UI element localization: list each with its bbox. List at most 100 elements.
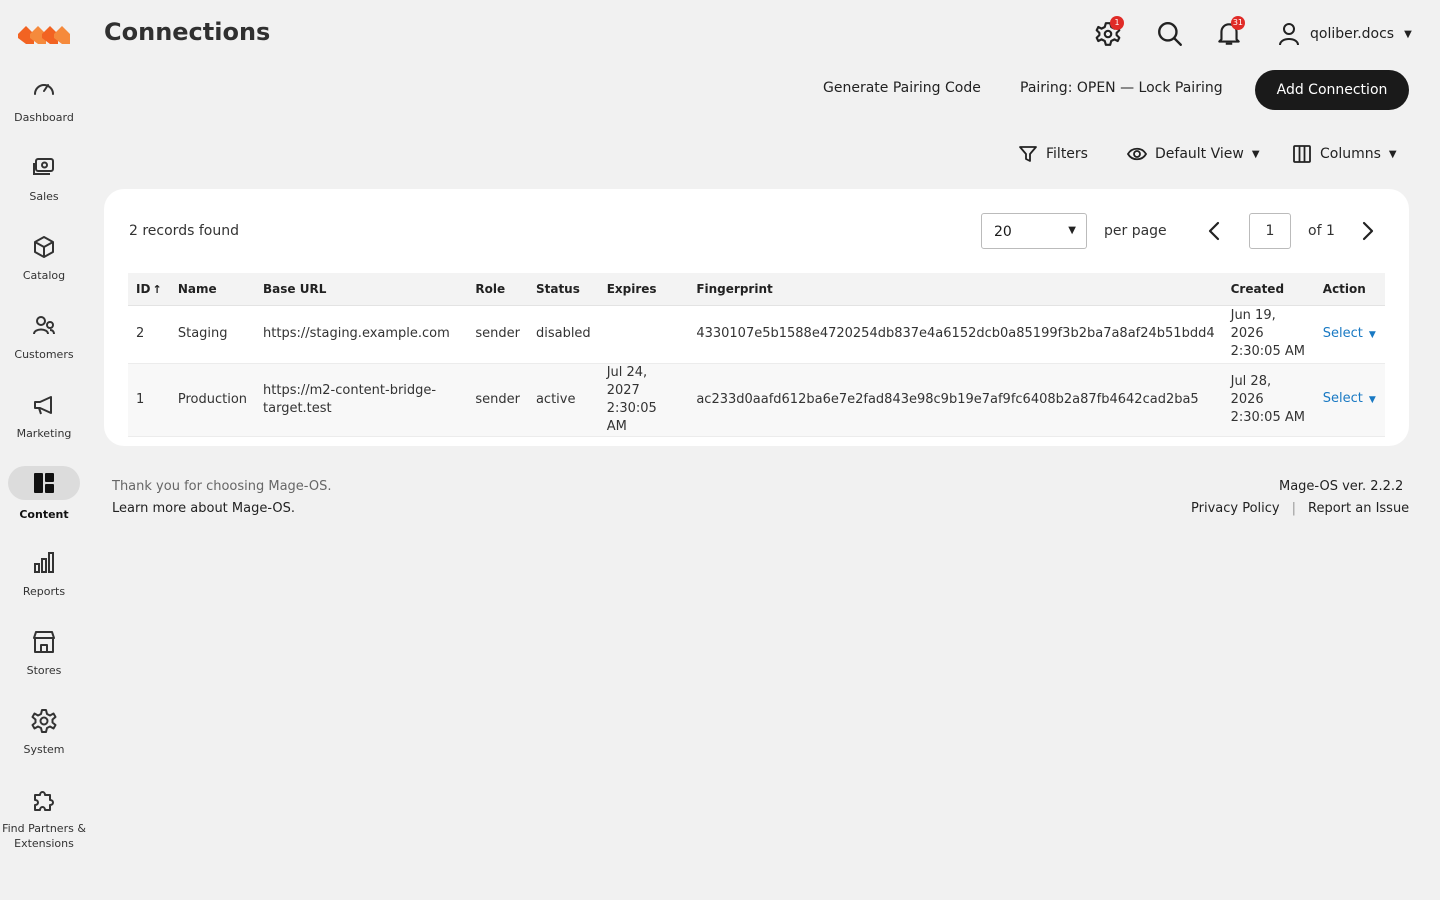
row-action-select[interactable]: Select ▼ — [1323, 326, 1376, 341]
column-header-id[interactable]: ID ↑ — [128, 273, 170, 306]
cell-expires — [598, 305, 689, 364]
search-icon — [1158, 22, 1182, 46]
storefront-icon — [33, 631, 55, 653]
cell-name: Production — [169, 363, 256, 437]
lock-pairing-button[interactable]: Pairing: OPEN — Lock Pairing — [1020, 80, 1223, 96]
connections-table: ID ↑ Name Base URL Role Status Expires Fi… — [128, 273, 1385, 437]
sidebar-item-reports[interactable]: Reports — [0, 550, 88, 620]
search-button[interactable] — [1156, 20, 1184, 48]
user-name: qoliber.docs — [1310, 26, 1395, 42]
speedometer-icon — [34, 84, 54, 95]
sidebar-item-label: Content — [19, 508, 69, 521]
column-header-fingerprint[interactable]: Fingerprint — [688, 273, 1223, 306]
row-action-select[interactable]: Select ▼ — [1323, 391, 1376, 406]
sidebar-item-label: System — [23, 743, 65, 756]
sidebar-item-content[interactable]: Content — [0, 466, 88, 536]
add-connection-button[interactable]: Add Connection — [1255, 70, 1409, 110]
column-header-name[interactable]: Name — [169, 273, 256, 306]
sidebar-item-customers[interactable]: Customers — [0, 313, 88, 383]
view-selector[interactable]: Default View ▼ — [1127, 144, 1260, 164]
columns-icon — [1293, 145, 1311, 163]
columns-label: Columns — [1320, 146, 1381, 162]
sidebar-item-stores[interactable]: Stores — [0, 629, 88, 699]
cell-fingerprint: 4330107e5b1588e4720254db837e4a6152dcb0a8… — [688, 305, 1223, 364]
report-issue-link[interactable]: Report an Issue — [1308, 501, 1409, 516]
sidebar-item-find-partners[interactable]: Find Partners & Extensions — [0, 787, 88, 857]
cell-base-url: https://m2-content-bridge-target.test — [255, 363, 468, 437]
cell-status: active — [527, 363, 599, 437]
sidebar-item-dashboard[interactable]: Dashboard — [0, 76, 88, 146]
footer-thanks: Thank you for choosing Mage-OS. — [112, 479, 332, 494]
cell-action: Select ▼ — [1314, 363, 1385, 437]
records-found: 2 records found — [129, 223, 239, 239]
sidebar-item-sales[interactable]: Sales — [0, 155, 88, 225]
filters-button[interactable]: Filters — [1018, 144, 1088, 164]
cell-name: Staging — [169, 305, 256, 364]
column-header-action: Action — [1314, 273, 1385, 306]
columns-selector[interactable]: Columns ▼ — [1292, 144, 1397, 164]
generate-pairing-code-button[interactable]: Generate Pairing Code — [823, 80, 981, 96]
bar-chart-icon — [34, 552, 54, 573]
filters-label: Filters — [1046, 146, 1088, 162]
sidebar-item-system[interactable]: System — [0, 708, 88, 778]
cell-base-url: https://staging.example.com — [255, 305, 468, 364]
sidebar-item-label: Find Partners & Extensions — [2, 822, 86, 850]
cash-icon — [33, 158, 54, 175]
per-page-label: per page — [1104, 223, 1167, 239]
puzzle-icon — [34, 791, 54, 811]
column-header-expires[interactable]: Expires — [598, 273, 689, 306]
privacy-policy-link[interactable]: Privacy Policy — [1191, 501, 1280, 516]
footer-version: Mage-OS ver. 2.2.2 — [1279, 479, 1404, 494]
system-messages-button[interactable]: 1 — [1094, 16, 1124, 48]
previous-page-icon[interactable] — [1203, 219, 1227, 243]
filter-icon — [1019, 146, 1037, 162]
cell-action: Select ▼ — [1314, 305, 1385, 364]
table-header-row: ID ↑ Name Base URL Role Status Expires Fi… — [128, 273, 1385, 306]
notifications-badge: 31 — [1230, 16, 1245, 30]
chevron-down-icon: ▼ — [1368, 395, 1376, 405]
sidebar-item-label: Reports — [22, 585, 66, 598]
box-icon — [34, 236, 54, 258]
cell-created: Jun 19, 2026 2:30:05 AM — [1222, 305, 1315, 364]
cell-expires: Jul 24, 2027 2:30:05 AM — [598, 363, 689, 437]
table-row[interactable]: 2 Staging https://staging.example.com se… — [128, 305, 1385, 364]
page-total: of 1 — [1308, 223, 1335, 239]
gear-icon — [31, 709, 57, 733]
eye-icon — [1127, 147, 1147, 161]
sidebar-item-label: Stores — [26, 664, 62, 677]
notifications-button[interactable]: 31 — [1215, 16, 1245, 48]
megaphone-icon — [34, 396, 52, 415]
column-header-created[interactable]: Created — [1222, 273, 1315, 306]
cell-role: sender — [467, 305, 528, 364]
cell-id: 1 — [128, 363, 170, 437]
per-page-value: 20 — [994, 224, 1012, 240]
table-row[interactable]: 1 Production https://m2-content-bridge-t… — [128, 363, 1385, 437]
sidebar-item-label: Sales — [29, 190, 59, 203]
page-number-input[interactable] — [1249, 213, 1291, 249]
sort-ascending-icon: ↑ — [152, 282, 162, 296]
content-grid-icon — [34, 473, 54, 493]
user-icon — [1279, 23, 1299, 46]
system-messages-badge: 1 — [1110, 16, 1124, 30]
column-header-base-url[interactable]: Base URL — [255, 273, 468, 306]
per-page-select[interactable]: 20 ▼ — [981, 213, 1087, 249]
customers-icon — [33, 316, 55, 335]
footer-links: Privacy Policy | Report an Issue — [1191, 501, 1409, 516]
sidebar-item-label: Customers — [14, 348, 74, 361]
cell-fingerprint: ac233d0aafd612ba6e7e2fad843e98c9b19e7af9… — [688, 363, 1223, 437]
mage-os-logo[interactable] — [18, 22, 70, 48]
next-page-icon[interactable] — [1355, 219, 1379, 243]
connections-grid: 2 records found 20 ▼ per page of 1 ID↑ N… — [104, 189, 1409, 446]
column-header-status[interactable]: Status — [527, 273, 599, 306]
user-menu[interactable]: qoliber.docs ▼ — [1278, 22, 1412, 46]
cell-status: disabled — [527, 305, 599, 364]
footer-separator: | — [1291, 501, 1296, 516]
chevron-down-icon: ▼ — [1251, 148, 1260, 160]
column-header-role[interactable]: Role — [467, 273, 528, 306]
learn-more-link[interactable]: Learn more about Mage-OS. — [112, 501, 295, 516]
page-title: Connections — [104, 18, 271, 46]
sidebar-item-catalog[interactable]: Catalog — [0, 234, 88, 304]
chevron-down-icon: ▼ — [1068, 225, 1076, 236]
chevron-down-icon: ▼ — [1388, 148, 1397, 160]
sidebar-item-marketing[interactable]: Marketing — [0, 392, 88, 462]
